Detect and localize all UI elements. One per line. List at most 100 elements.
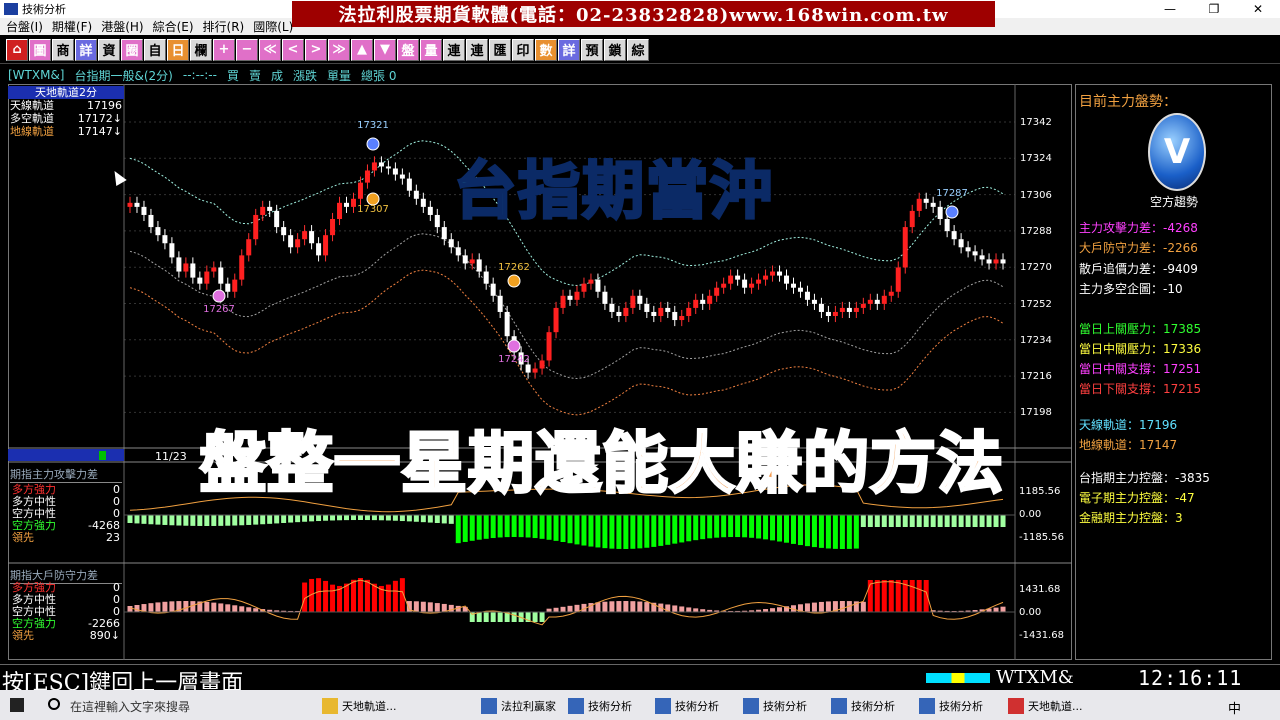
sub1-bar [881, 515, 887, 527]
candle-body [749, 283, 755, 288]
panel-row: 當日中關壓力：17336 [1079, 342, 1202, 356]
sub2-bar [860, 601, 866, 612]
task-item[interactable]: 技術分析 [655, 695, 719, 717]
candle-body [665, 307, 671, 312]
task-item[interactable]: 技術分析 [568, 695, 632, 717]
candle-body [937, 206, 943, 219]
candle-body [874, 299, 880, 304]
signal-label: 17321 [357, 120, 389, 131]
task-label: 法拉利贏家 [501, 700, 556, 713]
overlay-title: 台指期當沖 [452, 153, 775, 229]
candle-body [476, 259, 482, 272]
sub1-bar [784, 515, 790, 543]
sub2-bar [364, 579, 370, 612]
sub1-bar [672, 515, 678, 544]
sub1-bar [295, 515, 301, 523]
candle-body [302, 231, 308, 240]
candle-body [993, 259, 999, 264]
sub2-bar [218, 603, 224, 612]
sub2-bar [225, 604, 231, 612]
windows-start-icon[interactable] [10, 698, 24, 712]
candle-body [155, 227, 161, 236]
sub2-bar [413, 601, 419, 612]
candle-body [707, 295, 713, 304]
sub1-bar [246, 515, 252, 525]
sub2-bar [127, 606, 133, 612]
task-item[interactable]: 技術分析 [919, 695, 983, 717]
candle-body [371, 162, 377, 171]
candle-body [693, 299, 699, 308]
sub1-bar [323, 515, 329, 521]
legend-value: 17172↓ [77, 112, 122, 125]
y-tick-label: 17216 [1020, 371, 1052, 383]
sub2-bar [567, 605, 573, 612]
task-item[interactable]: 法拉利贏家 [481, 695, 556, 717]
candle-body [1000, 259, 1006, 264]
sub1-bar [455, 515, 461, 544]
candle-body [811, 299, 817, 304]
sub1-bar [811, 515, 817, 548]
candle-body [672, 311, 678, 321]
signal-label: 17307 [357, 204, 389, 215]
sub1-bar [420, 515, 426, 523]
candle-body [462, 255, 468, 264]
sub1-bar [846, 515, 852, 549]
trend-panel: 目前主力盤勢： V 空方趨勢 主力攻擊力差：-4268 大戶防守力差：-2266… [1075, 84, 1272, 660]
sub1-bar [413, 515, 419, 522]
candle-body [281, 227, 287, 236]
sub1-bar [204, 515, 210, 526]
sub2-bar [211, 602, 217, 612]
sub1-bar [539, 515, 545, 539]
candle-body [728, 275, 734, 284]
candle-body [434, 214, 440, 228]
sub1-bar [581, 515, 587, 546]
candle-body [867, 299, 873, 304]
sub1-bar [141, 515, 147, 524]
sub1-bar [735, 515, 741, 538]
panel-row: 當日上關壓力：17385 [1079, 322, 1202, 336]
sub1-bar [965, 515, 971, 527]
timeline-strip [8, 449, 124, 461]
candle-body [344, 202, 350, 207]
candle-body [714, 287, 720, 296]
sub1-bar [225, 515, 231, 526]
candle-body [197, 277, 203, 284]
sub1-bar [832, 515, 838, 549]
task-label: 技術分析 [588, 700, 632, 713]
sub2-bar [888, 580, 894, 612]
sub1-bar [211, 515, 217, 526]
panel-row: 大戶防守力差：-2266 [1079, 241, 1198, 255]
date-label: 11/23 [155, 450, 187, 463]
sub1-bar [644, 515, 650, 548]
task-label: 技術分析 [675, 700, 719, 713]
ime-indicator[interactable]: 中 [1228, 698, 1241, 717]
sub1-bar [518, 515, 524, 538]
taskbar-search[interactable]: 在這裡輸入文字來搜尋 [70, 698, 190, 715]
sub1-bar [825, 515, 831, 549]
candle-body [190, 263, 196, 278]
sub1-y-bottom: -1185.56 [1019, 532, 1064, 543]
sub1-bar [330, 515, 336, 521]
candle-body [644, 303, 650, 312]
sub1-bar [616, 515, 622, 549]
sub1-bar [693, 515, 699, 541]
trend-title: 目前主力盤勢： [1079, 94, 1177, 110]
sub1-bar [553, 515, 559, 541]
sub1-bar [972, 515, 978, 527]
sub1-bar [763, 515, 769, 540]
candle-body [134, 202, 140, 207]
y-tick-label: 17198 [1020, 407, 1052, 419]
candle-body [972, 251, 978, 256]
sub1-bar [930, 515, 936, 527]
sub2-bar [316, 578, 322, 612]
task-item[interactable]: 天地軌道... [1008, 695, 1083, 717]
task-item[interactable]: 天地軌道... [322, 695, 397, 717]
sub1-bar [371, 515, 377, 521]
task-item[interactable]: 技術分析 [743, 695, 807, 717]
sub1-bar [679, 515, 685, 543]
task-item[interactable]: 技術分析 [831, 695, 895, 717]
sub1-bar [867, 515, 873, 527]
sub2-bar [560, 606, 566, 612]
y-tick-label: 17324 [1020, 153, 1052, 165]
sub1-bar [190, 515, 196, 526]
